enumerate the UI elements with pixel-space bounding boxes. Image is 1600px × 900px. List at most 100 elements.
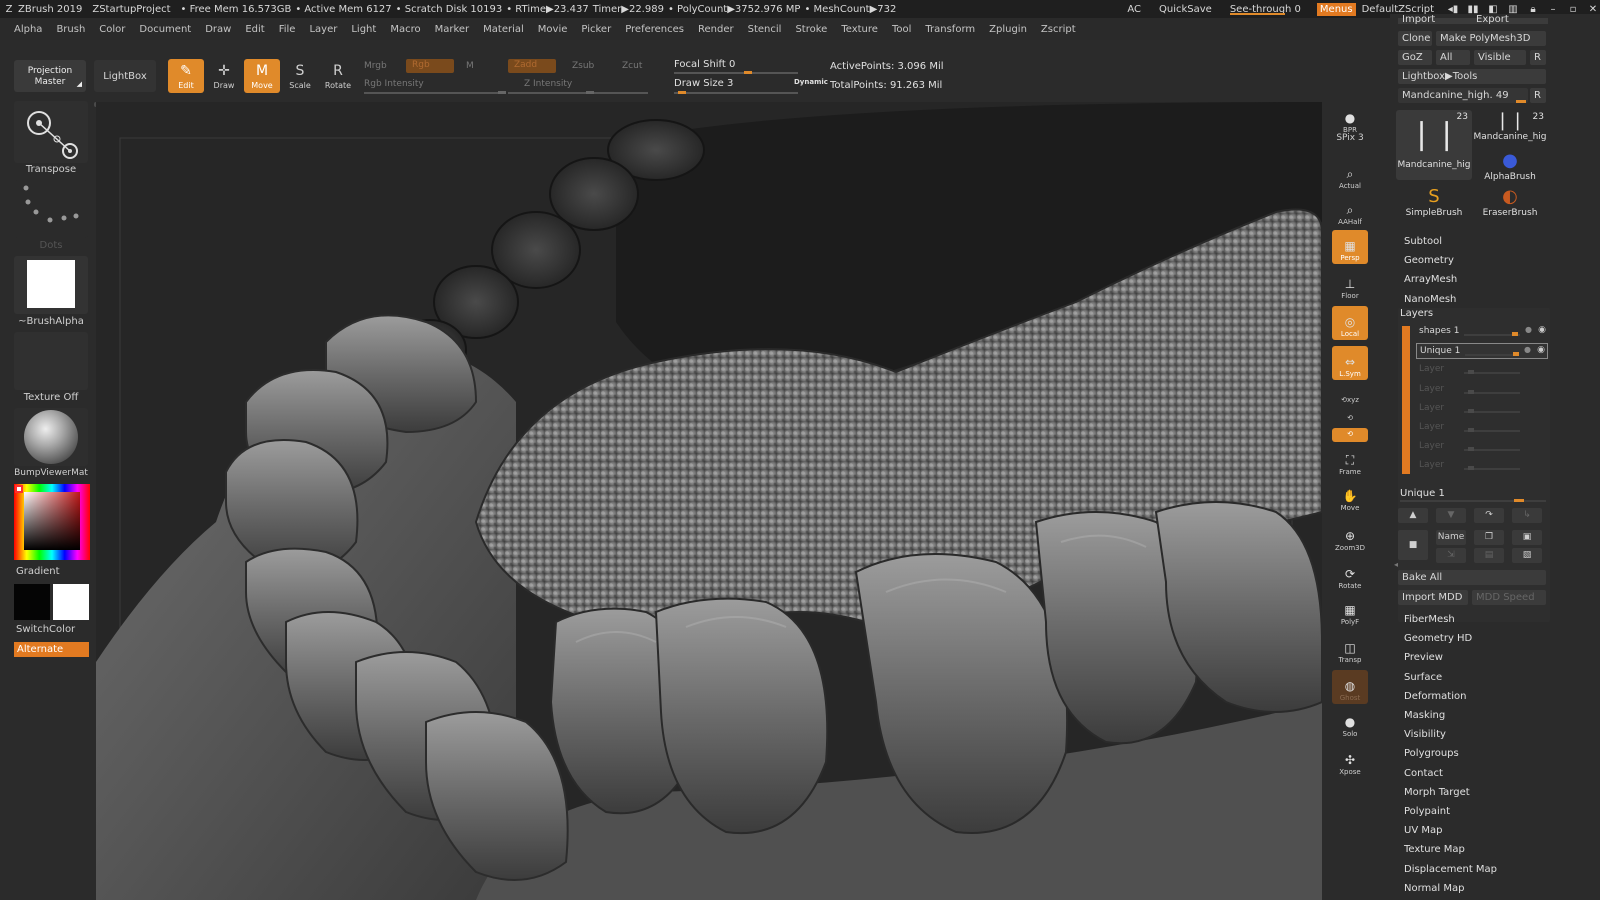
section-preview[interactable]: Preview xyxy=(1404,652,1443,663)
section-contact[interactable]: Contact xyxy=(1404,768,1443,779)
layer-strength-track[interactable] xyxy=(1465,354,1519,357)
r2-button[interactable]: R xyxy=(1530,88,1546,103)
layout2-icon[interactable]: ▮▮ xyxy=(1466,4,1480,15)
menu-layer[interactable]: Layer xyxy=(309,24,337,35)
unique-slider-track[interactable] xyxy=(1400,499,1546,502)
section-polygroups[interactable]: Polygroups xyxy=(1404,748,1459,759)
quicksave-button[interactable]: QuickSave xyxy=(1159,4,1212,15)
unique-slider-label[interactable]: Unique 1 xyxy=(1400,488,1445,499)
alternate-button[interactable]: Alternate xyxy=(14,642,89,657)
layers-title[interactable]: Layers xyxy=(1400,308,1433,319)
section-subtool[interactable]: Subtool xyxy=(1404,236,1442,247)
tool-thumb-eraserbrush[interactable]: ◐ EraserBrush xyxy=(1472,186,1548,222)
layer-row[interactable]: shapes 1 ◉ ● xyxy=(1416,324,1548,340)
layer-strength-knob[interactable] xyxy=(1468,370,1474,375)
menu-edit[interactable]: Edit xyxy=(245,24,264,35)
palette-icon[interactable]: ◧ xyxy=(1486,4,1500,15)
zoom3d-button[interactable]: ⊕ Zoom3D xyxy=(1332,520,1368,554)
switch-color-button[interactable]: SwitchColor xyxy=(16,624,75,635)
transpose-button[interactable] xyxy=(14,101,88,163)
layer-strength-knob[interactable] xyxy=(1468,389,1474,394)
layer-row[interactable]: Unique 1 ◉ ● xyxy=(1416,343,1548,360)
zsub-toggle[interactable]: Zsub xyxy=(572,61,594,71)
dynamic-toggle[interactable]: Dynamic xyxy=(794,78,828,86)
layer-strength-knob[interactable] xyxy=(1468,466,1474,471)
draw-size-knob[interactable] xyxy=(678,91,686,94)
draw-size-slider[interactable]: Draw Size 3 xyxy=(674,78,733,89)
rgb-intensity-track[interactable] xyxy=(364,91,506,94)
menu-brush[interactable]: Brush xyxy=(56,24,85,35)
section-arraymesh[interactable]: ArrayMesh xyxy=(1404,274,1457,285)
edit-tool-button[interactable]: ✎ Edit xyxy=(168,59,204,93)
layer-delete-icon[interactable]: ■ xyxy=(1398,530,1428,560)
layer-redo-icon[interactable]: ↷ xyxy=(1474,508,1504,523)
menu-texture[interactable]: Texture xyxy=(841,24,878,35)
r-button[interactable]: R xyxy=(1530,50,1546,65)
tool-thumb-mandcanine-hig[interactable]: ❘❘ Mandcanine_hig 23 xyxy=(1396,110,1472,180)
layout3-icon[interactable]: ▥ xyxy=(1506,4,1520,15)
transp-button[interactable]: ◫ Transp xyxy=(1332,632,1368,666)
texture-button[interactable] xyxy=(14,332,88,390)
frame-button[interactable]: ⛶ Frame xyxy=(1332,444,1368,478)
menu-stroke[interactable]: Stroke xyxy=(795,24,827,35)
focal-shift-track[interactable] xyxy=(674,71,798,74)
bake-all-button[interactable]: Bake All xyxy=(1398,570,1546,585)
menu-transform[interactable]: Transform xyxy=(925,24,975,35)
layout-icon[interactable]: ◂▮ xyxy=(1446,4,1460,15)
rotate-button[interactable]: ⟳ Rotate xyxy=(1332,558,1368,592)
layer-row[interactable]: Layer xyxy=(1416,382,1548,398)
z-rotate-icon[interactable]: ⟲ xyxy=(1332,428,1368,442)
draw-tool-button[interactable]: ✛ Draw xyxy=(206,59,242,93)
section-surface[interactable]: Surface xyxy=(1404,672,1442,683)
layer-strength-knob[interactable] xyxy=(1512,332,1518,336)
rgb-toggle[interactable]: Rgb xyxy=(406,59,454,73)
tool-thumb-mandcanine-hig[interactable]: ❘❘ Mandcanine_hig 23 xyxy=(1472,110,1548,146)
close-icon[interactable]: ✕ xyxy=(1586,4,1600,15)
section-masking[interactable]: Masking xyxy=(1404,710,1445,721)
tool-thumb-simplebrush[interactable]: S SimpleBrush xyxy=(1396,186,1472,222)
floor-button[interactable]: ⊥ Floor xyxy=(1332,268,1368,302)
visible-button[interactable]: Visible xyxy=(1474,50,1526,65)
menu-zplugin[interactable]: Zplugin xyxy=(989,24,1027,35)
menu-picker[interactable]: Picker xyxy=(581,24,611,35)
focal-shift-slider[interactable]: Focal Shift 0 xyxy=(674,59,735,70)
all-button[interactable]: All xyxy=(1436,50,1470,65)
section-morph-target[interactable]: Morph Target xyxy=(1404,787,1470,798)
layer-duplicate-icon[interactable]: ❐ xyxy=(1474,530,1504,545)
actual-button[interactable]: ⌕ Actual xyxy=(1332,158,1368,192)
layer-paste-icon[interactable]: ▧ xyxy=(1512,548,1542,563)
layer-strength-knob[interactable] xyxy=(1468,428,1474,432)
section-fibermesh[interactable]: FiberMesh xyxy=(1404,614,1455,625)
menu-alpha[interactable]: Alpha xyxy=(14,24,42,35)
layer-name-button[interactable]: Name xyxy=(1436,530,1466,545)
section-deformation[interactable]: Deformation xyxy=(1404,691,1466,702)
menus-toggle[interactable]: Menus xyxy=(1316,2,1356,16)
minimize-icon[interactable]: – xyxy=(1546,4,1560,15)
menu-tool[interactable]: Tool xyxy=(892,24,911,35)
menu-draw[interactable]: Draw xyxy=(205,24,231,35)
layer-up-icon[interactable]: ▲ xyxy=(1398,508,1428,523)
layer-record-icon[interactable]: ▤ xyxy=(1474,548,1504,563)
layer-copy-icon[interactable]: ▣ xyxy=(1512,530,1542,545)
zadd-toggle[interactable]: Zadd xyxy=(508,59,556,73)
menu-color[interactable]: Color xyxy=(99,24,125,35)
menu-material[interactable]: Material xyxy=(483,24,524,35)
see-through-slider[interactable]: See-through 0 xyxy=(1226,4,1305,15)
layer-record-icon[interactable]: ● xyxy=(1524,345,1531,354)
menu-light[interactable]: Light xyxy=(351,24,376,35)
bpr-button[interactable]: ● BPR xyxy=(1332,102,1368,136)
polyf-button[interactable]: ▦ PolyF xyxy=(1332,594,1368,628)
rgb-intensity-slider[interactable]: Rgb Intensity xyxy=(364,79,424,89)
section-polypaint[interactable]: Polypaint xyxy=(1404,806,1450,817)
layer-visibility-eye-icon[interactable]: ◉ xyxy=(1537,345,1545,355)
z-intensity-track[interactable] xyxy=(508,91,648,94)
section-visibility[interactable]: Visibility xyxy=(1404,729,1446,740)
layer-merge-icon[interactable]: ⇲ xyxy=(1436,548,1466,563)
z-intensity-slider[interactable]: Z Intensity xyxy=(524,79,572,89)
menu-movie[interactable]: Movie xyxy=(538,24,568,35)
secondary-color-swatch[interactable] xyxy=(14,584,50,620)
section-displacement-map[interactable]: Displacement Map xyxy=(1404,864,1497,875)
color-picker[interactable] xyxy=(14,484,90,560)
default-zscript-button[interactable]: DefaultZScript xyxy=(1362,4,1434,15)
goz-button[interactable]: GoZ xyxy=(1398,50,1432,65)
